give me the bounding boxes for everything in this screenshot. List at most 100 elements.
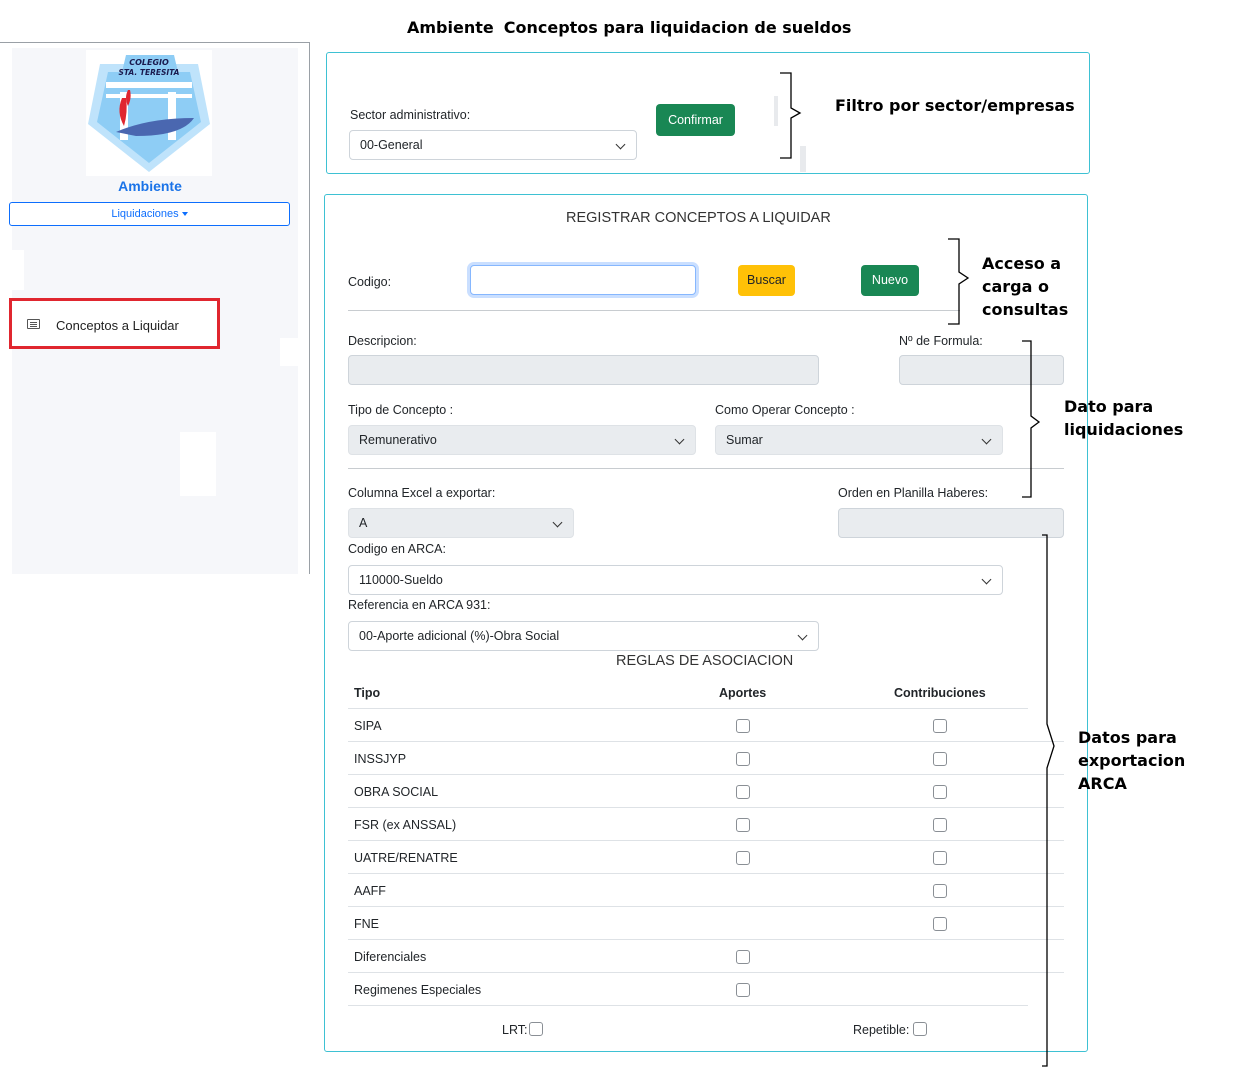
row-tipo-label: FSR (ex ANSSAL) (354, 818, 457, 832)
aportes-checkbox[interactable] (736, 719, 750, 733)
aportes-checkbox[interactable] (736, 851, 750, 865)
brace-icon (1042, 534, 1055, 1067)
contribuciones-checkbox[interactable] (933, 785, 947, 799)
svg-text:COLEGIO: COLEGIO (129, 58, 169, 67)
annotation-line: liquidaciones (1064, 420, 1184, 439)
shield-logo-icon: COLEGIO STA. TERESITA (88, 55, 210, 172)
lrt-checkbox[interactable] (529, 1022, 543, 1036)
brace-icon (948, 238, 970, 325)
orden-label: Orden en Planilla Haberes: (838, 486, 989, 500)
chevron-down-icon (981, 574, 992, 585)
codigo-input[interactable] (470, 265, 696, 295)
ref931-select[interactable]: 00-Aporte adicional (%)-Obra Social (348, 621, 819, 651)
aportes-checkbox[interactable] (736, 785, 750, 799)
search-button[interactable]: Buscar (738, 265, 795, 296)
excel-label: Columna Excel a exportar: (348, 486, 496, 500)
row-tipo-label: Diferenciales (354, 950, 427, 964)
contribuciones-checkbox[interactable] (933, 884, 947, 898)
chevron-down-icon (552, 517, 563, 528)
ref931-value: 00-Aporte adicional (%)-Obra Social (359, 629, 560, 643)
annotation-filter: Filtro por sector/empresas (835, 96, 1075, 115)
contribuciones-checkbox[interactable] (933, 818, 947, 832)
table-row: FSR (ex ANSSAL) (348, 807, 1028, 840)
descripcion-input[interactable] (348, 355, 819, 385)
sidebar-gap (180, 432, 216, 496)
new-button[interactable]: Nuevo (861, 265, 919, 296)
lrt-label: LRT: (502, 1023, 528, 1037)
table-bottom-border (348, 1005, 1028, 1006)
sector-select[interactable]: 00-General (349, 130, 637, 160)
annotation-line: ARCA (1078, 774, 1127, 793)
row-tipo-label: Regimenes Especiales (354, 983, 482, 997)
excel-value: A (359, 516, 368, 530)
row-tipo-label: UATRE/RENATRE (354, 851, 458, 865)
excel-select[interactable]: A (348, 508, 574, 538)
aportes-checkbox[interactable] (736, 818, 750, 832)
annotation-line: Datos para (1078, 728, 1177, 747)
annotation-access: Acceso a carga o consultas (982, 252, 1068, 321)
contribuciones-checkbox[interactable] (933, 851, 947, 865)
row-tipo-label: FNE (354, 917, 379, 931)
divider (348, 310, 960, 311)
sector-select-value: 00-General (360, 138, 423, 152)
codigo-label: Codigo: (348, 275, 392, 289)
table-row: INSSJYP (348, 741, 1028, 774)
row-tipo-label: INSSJYP (354, 752, 407, 766)
page-title-left: Ambiente (407, 18, 494, 37)
formula-label: Nº de Formula: (899, 334, 983, 348)
table-row: UATRE/RENATRE (348, 840, 1028, 873)
tipo-concepto-value: Remunerativo (359, 433, 437, 447)
table-row: FNE (348, 906, 1028, 939)
arca-label: Codigo en ARCA: (348, 542, 446, 556)
ref931-label: Referencia en ARCA 931: (348, 598, 491, 612)
annotation-arca: Datos para exportacion ARCA (1078, 726, 1185, 795)
tipo-concepto-select[interactable]: Remunerativo (348, 425, 696, 455)
aportes-checkbox[interactable] (736, 752, 750, 766)
row-tipo-label: SIPA (354, 719, 382, 733)
sidebar-item-conceptos[interactable]: Conceptos a Liquidar (9, 298, 220, 349)
table-row: OBRA SOCIAL (348, 774, 1028, 807)
aportes-checkbox[interactable] (736, 950, 750, 964)
caret-down-icon (181, 212, 188, 217)
school-logo: COLEGIO STA. TERESITA (86, 50, 212, 176)
arca-select[interactable]: 110000-Sueldo (348, 565, 1003, 595)
aportes-checkbox[interactable] (736, 983, 750, 997)
table-row: Regimenes Especiales (348, 972, 1028, 1005)
annotation-liquidaciones: Dato para liquidaciones (1064, 395, 1183, 441)
contribuciones-checkbox[interactable] (933, 719, 947, 733)
brace-icon (780, 72, 802, 159)
sidebar-item-label: Conceptos a Liquidar (56, 318, 179, 333)
form-title: REGISTRAR CONCEPTOS A LIQUIDAR (566, 210, 831, 226)
brace-icon (1022, 340, 1041, 498)
liquidaciones-dropdown-label: Liquidaciones (111, 208, 179, 220)
contribuciones-checkbox[interactable] (933, 917, 947, 931)
descripcion-label: Descripcion: (348, 334, 417, 348)
header-contribuciones: Contribuciones (894, 686, 986, 700)
chevron-down-icon (674, 434, 685, 445)
chevron-down-icon (615, 139, 626, 150)
confirm-button[interactable]: Confirmar (656, 104, 735, 136)
operar-label: Como Operar Concepto : (715, 403, 855, 417)
svg-text:STA. TERESITA: STA. TERESITA (118, 68, 179, 77)
liquidaciones-dropdown-button[interactable]: Liquidaciones (9, 202, 290, 226)
repetible-checkbox[interactable] (913, 1022, 927, 1036)
header-tipo: Tipo (354, 686, 381, 700)
operar-select[interactable]: Sumar (715, 425, 1003, 455)
chevron-down-icon (981, 434, 992, 445)
sector-label: Sector administrativo: (350, 108, 471, 122)
operar-value: Sumar (726, 433, 763, 447)
list-icon (27, 319, 40, 329)
table-row: Diferenciales (348, 939, 1028, 972)
tipo-concepto-label: Tipo de Concepto : (348, 403, 454, 417)
annotation-line: Acceso a (982, 254, 1062, 273)
chevron-down-icon (797, 630, 808, 641)
annotation-line: consultas (982, 300, 1069, 319)
orden-input[interactable] (838, 508, 1064, 538)
row-tipo-label: AAFF (354, 884, 386, 898)
contribuciones-checkbox[interactable] (933, 752, 947, 766)
repetible-label: Repetible: (853, 1023, 910, 1037)
table-row: AAFF (348, 873, 1028, 906)
page-title-right: Conceptos para liquidacion de sueldos (503, 18, 852, 37)
annotation-line: carga o (982, 277, 1049, 296)
sidebar-gap (280, 338, 300, 366)
